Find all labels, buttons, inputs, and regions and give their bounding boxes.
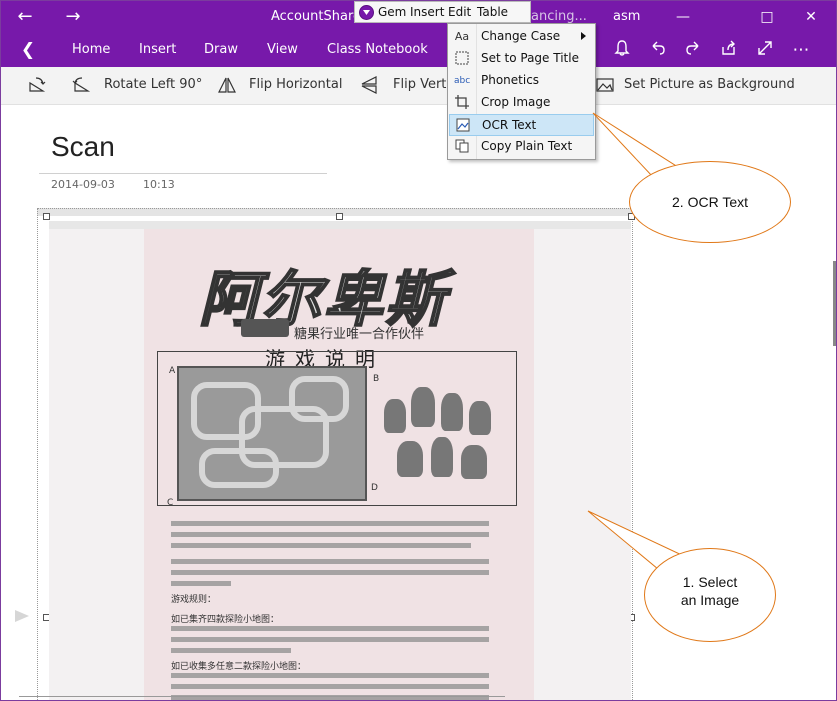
flip-horizontal-icon[interactable]: [217, 75, 237, 95]
scan-subheading: 糖果行业唯一合作伙伴: [294, 327, 425, 342]
ocr-icon: [455, 118, 471, 134]
scan-game-board: [177, 366, 367, 501]
scan-label-d: D: [371, 483, 378, 493]
copy-icon: [454, 139, 470, 155]
rotate-left-button[interactable]: Rotate Left 90°: [104, 77, 202, 92]
menu-item-label: Crop Image: [481, 95, 551, 109]
scan-section-two-maps: 如已收集多任意二款探险小地图：: [171, 662, 307, 672]
menu-item-label: Phonetics: [481, 73, 540, 87]
back-arrow-icon[interactable]: ←: [15, 7, 35, 27]
tab-view[interactable]: View: [267, 42, 298, 57]
change-case-icon: Aa: [454, 30, 470, 43]
menu-item-label: OCR Text: [482, 118, 537, 132]
scan-label-c: C: [167, 498, 174, 508]
window-title: AccountShare: [271, 9, 362, 24]
page-title-icon: [454, 51, 470, 67]
tab-draw[interactable]: Draw: [204, 42, 238, 57]
back-chevron-icon[interactable]: ❮: [17, 39, 39, 61]
scan-text-line: [171, 543, 471, 548]
vertical-scrollbar[interactable]: [833, 261, 836, 346]
submenu-arrow-icon: [581, 32, 586, 40]
menu-item-change-case[interactable]: Aa Change Case: [449, 26, 594, 48]
menu-item-set-page-title[interactable]: Set to Page Title: [449, 48, 594, 70]
scanned-image[interactable]: 阿尔卑斯 糖果行业唯一合作伙伴 游戏说明 A B C D 游戏规则： 如已集齐四…: [49, 221, 631, 700]
callout-select-line1: 1. Select: [682, 574, 738, 590]
maximize-button[interactable]: □: [757, 7, 777, 27]
page-date: 2014-09-03: [51, 178, 115, 191]
crop-icon: [454, 95, 470, 111]
scan-section-rules: 游戏规则：: [171, 595, 217, 605]
menu-item-crop-image[interactable]: Crop Image: [449, 92, 594, 114]
menu-item-ocr-text[interactable]: OCR Text: [449, 114, 594, 136]
callout-ocr-text: 2. OCR Text: [629, 161, 791, 243]
scan-sub-logo: [241, 319, 289, 337]
scan-text-line: [171, 559, 489, 564]
flip-vertical-icon[interactable]: [359, 75, 379, 95]
scan-text-line: [171, 626, 489, 631]
resize-handle-top[interactable]: [336, 213, 343, 220]
scan-bottom-edge: [19, 696, 505, 697]
scan-text-line: [171, 648, 291, 653]
menu-item-label: Change Case: [481, 29, 561, 43]
gem-edit-menu[interactable]: Edit: [448, 5, 471, 19]
menu-item-label: Copy Plain Text: [481, 139, 573, 153]
paragraph-marker-icon[interactable]: [15, 610, 29, 622]
onenote-window: ← → AccountShare ancing... asm — □ ✕ Gem…: [0, 0, 837, 701]
gem-insert-menu[interactable]: Insert: [410, 5, 444, 19]
set-background-icon[interactable]: [595, 75, 615, 95]
scan-label-b: B: [373, 374, 380, 384]
minimize-button[interactable]: —: [673, 7, 693, 27]
scan-text-line: [171, 570, 489, 575]
undo-icon[interactable]: [647, 39, 669, 61]
menu-item-label: Set to Page Title: [481, 51, 579, 65]
tab-insert[interactable]: Insert: [139, 42, 176, 57]
redo-icon[interactable]: [682, 39, 704, 61]
scan-label-a: A: [169, 366, 176, 376]
tab-class-notebook[interactable]: Class Notebook: [327, 42, 428, 57]
window-title-tail: ancing...: [531, 9, 587, 24]
page-title[interactable]: Scan: [51, 131, 115, 163]
scan-section-four-maps: 如已集齐四款探险小地图：: [171, 615, 280, 625]
scan-text-line: [171, 581, 231, 586]
scan-text-line: [171, 637, 489, 642]
menu-item-copy-plain-text[interactable]: Copy Plain Text: [449, 136, 594, 158]
scan-text-line: [171, 521, 489, 526]
tab-home[interactable]: Home: [72, 42, 110, 57]
fullscreen-icon[interactable]: [754, 39, 776, 61]
picture-toolbar: Rotate Left 90° Flip Horizontal Flip Ver…: [1, 67, 836, 105]
context-menu: Aa Change Case Set to Page Title abc Pho…: [447, 23, 596, 160]
gem-toolbar: Gem Insert Edit Table: [354, 1, 531, 23]
resize-handle-top-left[interactable]: [43, 213, 50, 220]
forward-arrow-icon[interactable]: →: [63, 7, 83, 27]
gem-logo-icon[interactable]: [359, 5, 374, 20]
callout-ocr-label: 2. OCR Text: [672, 194, 748, 210]
phonetics-icon: abc: [454, 76, 471, 86]
rotate-left-icon[interactable]: [71, 75, 91, 95]
close-button[interactable]: ✕: [801, 7, 821, 27]
scan-text-line: [171, 684, 489, 689]
share-icon[interactable]: [718, 39, 740, 61]
flip-horizontal-button[interactable]: Flip Horizontal: [249, 77, 342, 92]
gem-table-menu[interactable]: Table: [477, 5, 508, 19]
ribbon-tabs: ❮ Home Insert Draw View Class Notebook ⋯: [1, 33, 836, 67]
set-background-button[interactable]: Set Picture as Background: [624, 77, 795, 92]
title-divider: [39, 173, 327, 174]
scan-text-line: [171, 673, 489, 678]
gem-menu[interactable]: Gem: [378, 5, 406, 19]
bell-icon[interactable]: [611, 39, 633, 61]
scan-top-edge: [49, 221, 631, 229]
menu-item-phonetics[interactable]: abc Phonetics: [449, 70, 594, 92]
scan-game-figures: [379, 379, 499, 489]
callout-select-image: 1. Select an Image: [644, 548, 776, 642]
user-name[interactable]: asm: [613, 9, 640, 24]
more-options-icon[interactable]: ⋯: [790, 39, 812, 61]
scan-text-line: [171, 532, 489, 537]
rotate-icon[interactable]: [27, 75, 47, 95]
callout-select-line2: an Image: [680, 592, 740, 608]
page-time: 10:13: [143, 178, 175, 191]
